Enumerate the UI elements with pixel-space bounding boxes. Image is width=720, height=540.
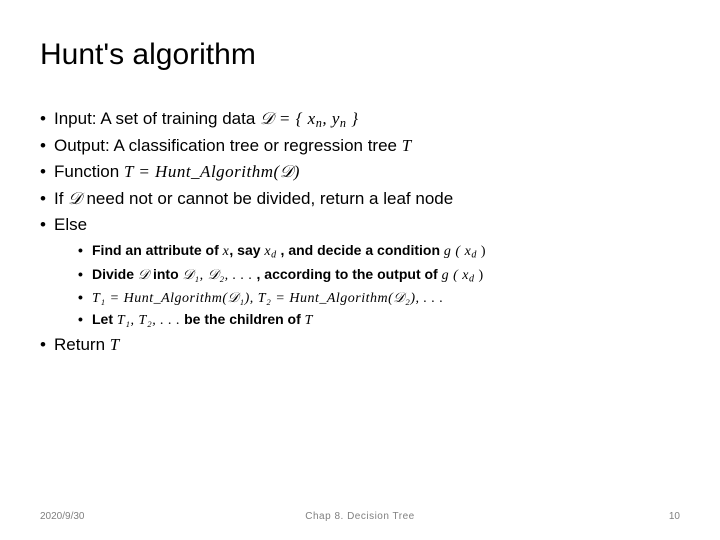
dg: g ( xd ) <box>442 268 484 283</box>
bullet-if: If 𝒟 need not or cannot be divided, retu… <box>40 186 680 212</box>
function-text: Function <box>54 162 124 181</box>
bullet-function: Function T = Hunt_Algorithm(𝒟) <box>40 159 680 185</box>
bullet-list: Input: A set of training data 𝒟 = { xn, … <box>40 106 680 358</box>
fb: , say <box>229 242 264 258</box>
la: Let <box>92 311 117 327</box>
lT: T <box>305 313 313 328</box>
bullet-return: Return T <box>40 332 680 358</box>
rec: T₁ = Hunt_Algorithm(𝒟₁), T₂ = Hunt_Algor… <box>92 291 444 306</box>
sub-divide: Divide 𝒟 into 𝒟₁, 𝒟₂, . . . , according … <box>78 264 680 287</box>
sub-find: Find an attribute of x, say xd , and dec… <box>78 240 680 263</box>
da: Divide <box>92 266 138 282</box>
fg: g ( xd ) <box>444 244 486 259</box>
if-prefix: If <box>54 189 68 208</box>
input-text: Input: A set of training data <box>54 109 260 128</box>
fxd: xd <box>264 244 276 259</box>
if-suffix: need not or cannot be divided, return a … <box>82 189 453 208</box>
if-symbol: 𝒟 <box>68 189 82 208</box>
fa: Find an attribute of <box>92 242 223 258</box>
fge: ) <box>477 244 486 259</box>
m2: , y <box>322 109 340 128</box>
dD: 𝒟 <box>138 268 149 283</box>
lb: be the children of <box>180 311 304 327</box>
dge: ) <box>475 268 484 283</box>
sub-bullet-list: Find an attribute of x, say xd , and dec… <box>54 240 680 332</box>
m3: } <box>346 109 358 128</box>
function-math: T = Hunt_Algorithm(𝒟) <box>124 162 300 181</box>
footer-chapter: Chap 8. Decision Tree <box>0 511 720 522</box>
output-text: Output: A classification tree or regress… <box>54 136 402 155</box>
slide-title: Hunt's algorithm <box>40 38 680 72</box>
ret-text: Return <box>54 335 110 354</box>
ll: T₁, T₂, . . . <box>117 313 180 328</box>
fgv: g ( x <box>444 244 471 259</box>
bullet-output: Output: A classification tree or regress… <box>40 133 680 159</box>
else-text: Else <box>54 215 87 234</box>
input-math: 𝒟 = { xn, yn } <box>260 109 359 128</box>
slide: Hunt's algorithm Input: A set of trainin… <box>0 0 720 540</box>
bullet-input: Input: A set of training data 𝒟 = { xn, … <box>40 106 680 133</box>
db: into <box>149 266 182 282</box>
fc: , and decide a condition <box>277 242 444 258</box>
output-symbol: T <box>402 136 412 155</box>
bullet-else: Else Find an attribute of x, say xd , an… <box>40 212 680 332</box>
footer-page: 10 <box>669 511 680 522</box>
dgv: g ( x <box>442 268 469 283</box>
dl: 𝒟₁, 𝒟₂, . . . <box>183 268 253 283</box>
sub-recurse: T₁ = Hunt_Algorithm(𝒟₁), T₂ = Hunt_Algor… <box>78 287 680 310</box>
ret-sym: T <box>110 335 120 354</box>
dc: , according to the output of <box>253 266 442 282</box>
m1: 𝒟 = { x <box>260 109 316 128</box>
sub-let: Let T₁, T₂, . . . be the children of T <box>78 309 680 332</box>
